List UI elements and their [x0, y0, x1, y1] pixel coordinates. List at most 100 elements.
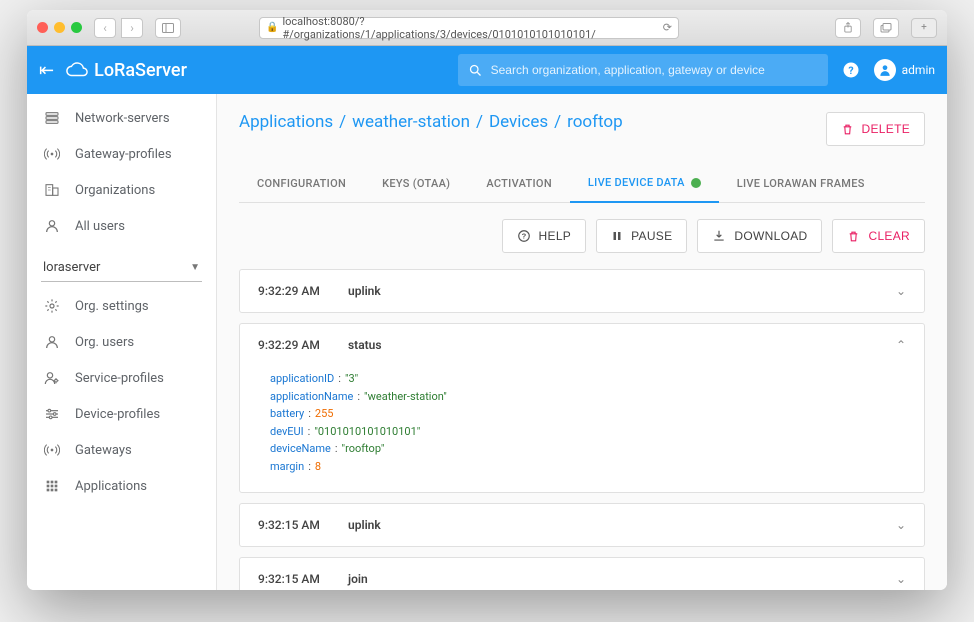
payload-value: "rooftop" — [342, 440, 385, 458]
sidebar-item-applications[interactable]: Applications — [27, 468, 216, 504]
tab-activation[interactable]: ACTIVATION — [468, 164, 570, 202]
chevron-up-icon: ⌃ — [896, 338, 906, 352]
breadcrumb-item[interactable]: rooftop — [567, 112, 623, 132]
search-input[interactable] — [491, 63, 818, 77]
user-label: admin — [902, 63, 935, 77]
chevron-down-icon: ⌄ — [896, 284, 906, 298]
help-icon: ? — [517, 229, 531, 243]
share-button[interactable] — [835, 18, 861, 38]
close-window-icon[interactable] — [37, 22, 48, 33]
user-icon — [43, 218, 61, 234]
app-body: Network-servers Gateway-profiles Organiz… — [27, 94, 947, 590]
chevron-down-icon: ⌄ — [896, 518, 906, 532]
payload-value: "0101010101010101" — [314, 423, 420, 441]
breadcrumb-item[interactable]: weather-station — [352, 112, 470, 132]
event-panel: 9:32:15 AM uplink ⌄ — [239, 503, 925, 547]
payload-row: applicationID: "3" — [270, 370, 906, 388]
event-time: 9:32:15 AM — [258, 572, 348, 586]
show-sidebar-button[interactable] — [155, 18, 181, 38]
event-panel: 9:32:29 AM status ⌃ applicationID: "3" a… — [239, 323, 925, 493]
sidebar: Network-servers Gateway-profiles Organiz… — [27, 94, 217, 590]
payload-row: applicationName: "weather-station" — [270, 388, 906, 406]
event-type: uplink — [348, 284, 381, 298]
tabs: CONFIGURATION KEYS (OTAA) ACTIVATION LIV… — [239, 164, 925, 203]
sidebar-item-service-profiles[interactable]: Service-profiles — [27, 360, 216, 396]
lock-icon: 🔒 — [266, 22, 278, 33]
payload-key: applicationName — [270, 388, 353, 406]
breadcrumb-item[interactable]: Devices — [489, 112, 548, 132]
sidebar-item-label: Device-profiles — [75, 407, 160, 422]
tab-keys-otaa-[interactable]: KEYS (OTAA) — [364, 164, 468, 202]
pause-icon — [611, 230, 623, 242]
event-header[interactable]: 9:32:15 AM uplink ⌄ — [240, 504, 924, 546]
minimize-window-icon[interactable] — [54, 22, 65, 33]
org-icon — [43, 182, 61, 198]
payload-key: applicationID — [270, 370, 334, 388]
payload-key: margin — [270, 458, 304, 476]
action-bar: ? HELP PAUSE DOWNLOAD CLEAR — [239, 219, 925, 253]
event-time: 9:32:15 AM — [258, 518, 348, 532]
pause-button[interactable]: PAUSE — [596, 219, 687, 253]
tab-live-lorawan-frames[interactable]: LIVE LORAWAN FRAMES — [719, 164, 883, 202]
payload-key: devEUI — [270, 423, 304, 441]
org-selected-label: loraserver — [43, 260, 100, 275]
maximize-window-icon[interactable] — [71, 22, 82, 33]
sidebar-item-label: Network-servers — [75, 111, 170, 126]
service-icon — [43, 370, 61, 386]
browser-window: ‹ › 🔒 localhost:8080/?#/organizations/1/… — [27, 10, 947, 590]
sidebar-item-gateways[interactable]: Gateways — [27, 432, 216, 468]
caret-down-icon: ▼ — [190, 262, 200, 273]
sidebar-item-org-users[interactable]: Org. users — [27, 324, 216, 360]
event-header[interactable]: 9:32:15 AM join ⌄ — [240, 558, 924, 590]
tabs-button[interactable] — [873, 18, 899, 38]
brand-text: LoRaServer — [94, 60, 187, 81]
new-tab-button[interactable]: + — [911, 18, 937, 38]
sidebar-item-gateway-profiles[interactable]: Gateway-profiles — [27, 136, 216, 172]
event-panel: 9:32:15 AM join ⌄ — [239, 557, 925, 590]
trash-icon — [847, 230, 860, 243]
download-button[interactable]: DOWNLOAD — [697, 219, 822, 253]
event-header[interactable]: 9:32:29 AM status ⌃ — [240, 324, 924, 366]
payload-row: deviceName: "rooftop" — [270, 440, 906, 458]
search-box[interactable] — [458, 54, 828, 86]
sidebar-item-network-servers[interactable]: Network-servers — [27, 100, 216, 136]
trash-icon — [841, 123, 854, 136]
sidebar-item-label: Org. settings — [75, 299, 149, 314]
event-type: uplink — [348, 518, 381, 532]
event-time: 9:32:29 AM — [258, 338, 348, 352]
sidebar-item-label: Gateways — [75, 443, 132, 458]
breadcrumb-item[interactable]: Applications — [239, 112, 333, 132]
menu-toggle-button[interactable]: ⇤ — [39, 60, 54, 81]
gear-icon — [43, 298, 61, 314]
sidebar-item-all-users[interactable]: All users — [27, 208, 216, 244]
help-button[interactable]: ? — [842, 61, 860, 79]
tab-live-device-data[interactable]: LIVE DEVICE DATA — [570, 164, 719, 203]
tab-configuration[interactable]: CONFIGURATION — [239, 164, 364, 202]
user-icon — [874, 59, 896, 81]
payload-value: 8 — [315, 458, 321, 476]
chevron-down-icon: ⌄ — [896, 572, 906, 586]
sidebar-item-organizations[interactable]: Organizations — [27, 172, 216, 208]
event-panel: 9:32:29 AM uplink ⌄ — [239, 269, 925, 313]
help-button-action[interactable]: ? HELP — [502, 219, 587, 253]
sidebar-item-device-profiles[interactable]: Device-profiles — [27, 396, 216, 432]
org-selector[interactable]: loraserver ▼ — [41, 254, 202, 282]
back-button[interactable]: ‹ — [94, 18, 116, 38]
clear-button[interactable]: CLEAR — [832, 219, 925, 253]
user-menu[interactable]: admin — [874, 59, 935, 81]
event-type: join — [348, 572, 368, 586]
forward-button[interactable]: › — [121, 18, 143, 38]
reload-icon[interactable]: ⟳ — [663, 21, 672, 34]
servers-icon — [43, 110, 61, 126]
search-icon — [468, 63, 483, 78]
svg-text:?: ? — [848, 64, 853, 77]
sidebar-item-label: Org. users — [75, 335, 134, 350]
event-header[interactable]: 9:32:29 AM uplink ⌄ — [240, 270, 924, 312]
sidebar-item-org-settings[interactable]: Org. settings — [27, 288, 216, 324]
sidebar-item-label: Applications — [75, 479, 147, 494]
brand: LoRaServer — [66, 59, 187, 81]
sliders-icon — [43, 406, 61, 422]
address-bar[interactable]: 🔒 localhost:8080/?#/organizations/1/appl… — [259, 17, 679, 39]
delete-button[interactable]: DELETE — [826, 112, 925, 146]
event-type: status — [348, 338, 382, 352]
